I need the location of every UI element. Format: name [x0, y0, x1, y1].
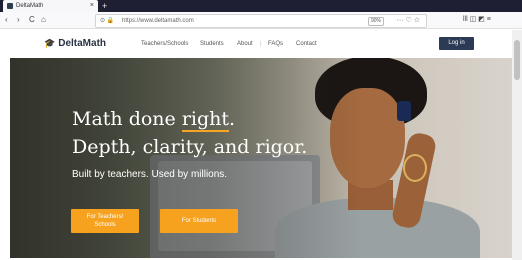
nav-about[interactable]: About: [237, 39, 253, 49]
favicon-icon: [7, 3, 13, 9]
for-students-button[interactable]: For Students: [160, 209, 238, 233]
lock-icon: ⊙ 🔒: [100, 18, 115, 24]
page-actions-icon[interactable]: ··· ♡ ☆: [397, 16, 420, 26]
hero-subtitle: Built by teachers. Used by millions.: [72, 169, 228, 180]
site-logo[interactable]: 🎓 DeltaMath: [44, 37, 106, 50]
tab-title: DeltaMath: [16, 3, 44, 9]
browser-tab[interactable]: DeltaMath ×: [3, 0, 98, 12]
for-teachers-button[interactable]: For Teachers/ Schools: [71, 209, 139, 233]
zoom-indicator[interactable]: 90%: [368, 17, 384, 26]
hero-section: Math done right. Depth, clarity, and rig…: [10, 58, 512, 258]
scrollbar-thumb[interactable]: [514, 40, 520, 80]
nav-students[interactable]: Students: [200, 39, 224, 49]
url-text[interactable]: https://www.deltamath.com: [122, 16, 194, 26]
reload-button[interactable]: C: [29, 14, 35, 26]
home-button[interactable]: ⌂: [41, 14, 46, 26]
for-teachers-label-line2: Schools: [94, 222, 116, 228]
logo-text: DeltaMath: [58, 38, 107, 49]
new-tab-button[interactable]: +: [102, 0, 107, 12]
hero-title-highlight: right: [181, 108, 230, 132]
nav-faqs[interactable]: FAQs: [268, 39, 283, 49]
tab-bar: DeltaMath × +: [0, 0, 522, 12]
nav-teachers-schools[interactable]: Teachers/Schools: [141, 39, 188, 49]
hero-title-part2: .: [229, 108, 236, 130]
hero-title-line2: Depth, clarity, and rigor.: [72, 136, 308, 158]
back-button[interactable]: ‹: [5, 14, 8, 26]
address-bar[interactable]: ⊙ 🔒 https://www.deltamath.com 90% ··· ♡ …: [95, 14, 427, 28]
nav-separator: |: [260, 41, 262, 47]
hero-heading: Math done right. Depth, clarity, and rig…: [72, 105, 307, 161]
tab-close-icon[interactable]: ×: [90, 1, 94, 11]
nav-contact[interactable]: Contact: [296, 39, 317, 49]
browser-window: DeltaMath × + ‹ › C ⌂ ⊙ 🔒 https://www.de…: [0, 0, 522, 260]
login-button[interactable]: Log in: [439, 37, 474, 50]
site-header: 🎓 DeltaMath Teachers/Schools Students Abo…: [10, 30, 512, 57]
graduation-cap-icon: 🎓: [44, 38, 56, 48]
toolbar-menu-icon[interactable]: lll ◫ ◩ ≡: [463, 14, 491, 26]
hero-title-part1: Math done: [72, 108, 182, 130]
forward-button[interactable]: ›: [17, 14, 20, 26]
page-scrollbar[interactable]: [512, 30, 522, 260]
browser-toolbar: ‹ › C ⌂ ⊙ 🔒 https://www.deltamath.com 90…: [0, 12, 522, 29]
for-teachers-label-line1: For Teachers/: [86, 214, 124, 220]
